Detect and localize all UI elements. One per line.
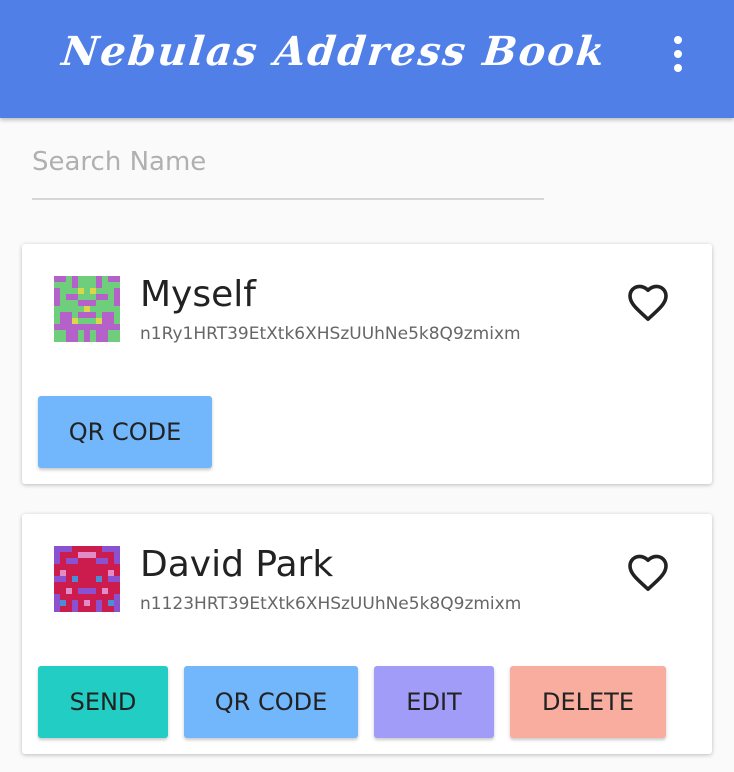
contact-card-david-park: David Park n1123HRT39EtXtk6XHSzUUhNe5k8Q… bbox=[22, 514, 712, 754]
avatar bbox=[54, 276, 120, 342]
heart-outline-icon[interactable] bbox=[622, 278, 674, 326]
heart-outline-icon[interactable] bbox=[622, 548, 674, 596]
contact-card-myself: Myself n1Ry1HRT39EtXtk6XHSzUUhNe5k8Q9zmi… bbox=[22, 244, 712, 484]
avatar bbox=[54, 546, 120, 612]
qr-code-button[interactable]: QR CODE bbox=[184, 666, 358, 738]
search-field bbox=[32, 140, 544, 200]
contact-name: Myself bbox=[140, 274, 256, 315]
app-bar: Nebulas Address Book bbox=[0, 0, 734, 118]
contact-address: n1123HRT39EtXtk6XHSzUUhNe5k8Q9zmixm bbox=[140, 594, 522, 614]
send-button[interactable]: SEND bbox=[38, 666, 168, 738]
more-vert-icon[interactable] bbox=[660, 34, 696, 74]
contact-address: n1Ry1HRT39EtXtk6XHSzUUhNe5k8Q9zmixm bbox=[140, 324, 521, 344]
app-title: Nebulas Address Book bbox=[59, 28, 609, 75]
contact-name: David Park bbox=[140, 544, 334, 585]
delete-button[interactable]: DELETE bbox=[510, 666, 666, 738]
search-input[interactable] bbox=[32, 140, 544, 184]
qr-code-button[interactable]: QR CODE bbox=[38, 396, 212, 468]
edit-button[interactable]: EDIT bbox=[374, 666, 494, 738]
